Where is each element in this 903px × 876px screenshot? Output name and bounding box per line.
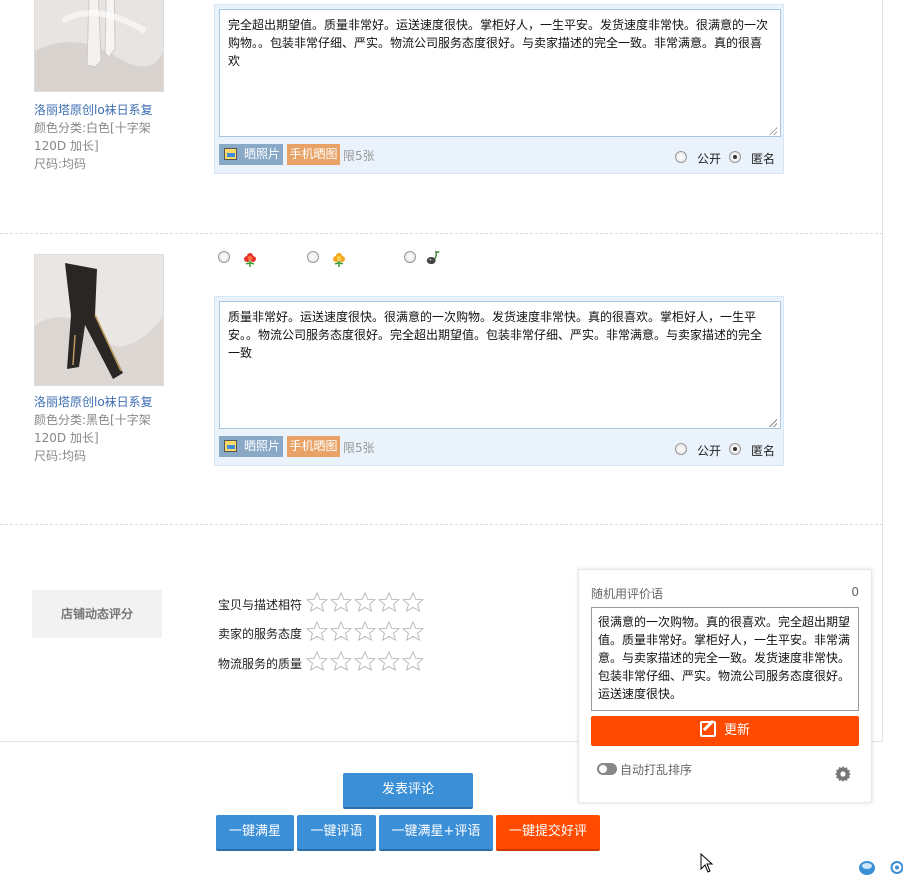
product-size: 尺码:均码 (34, 157, 87, 171)
gear-icon[interactable] (835, 766, 851, 782)
edit-icon (699, 721, 716, 737)
review-box: 质量非常好。运送速度很快。很满意的一次购物。发货速度非常快。真的很喜欢。掌柜好人… (214, 296, 784, 466)
settings-tray-icon[interactable] (888, 860, 903, 875)
product-thumbnail-white[interactable] (34, 0, 164, 92)
resize-grip-icon[interactable] (769, 419, 777, 427)
mobile-photo-button[interactable]: 手机晒图 (287, 436, 340, 457)
review-textarea[interactable]: 完全超出期望值。质量非常好。运送速度很快。掌柜好人，一生平安。发货速度非常快。很… (219, 9, 781, 137)
star-rating-description[interactable] (305, 591, 426, 615)
star-rating-logistics[interactable] (305, 650, 426, 674)
upload-photo-button[interactable]: 晒照片 (219, 436, 283, 457)
picture-icon (224, 440, 237, 452)
yellow-flower-icon (333, 253, 345, 267)
review-box: 完全超出期望值。质量非常好。运送速度很快。掌柜好人，一生平安。发货速度非常快。很… (214, 4, 784, 174)
one-click-submit-button[interactable]: 一键提交好评 (496, 815, 600, 851)
star-icon[interactable] (353, 650, 377, 672)
rating-label-service: 卖家的服务态度 (218, 627, 303, 641)
rating-bad-radio[interactable] (404, 251, 416, 263)
star-icon[interactable] (329, 620, 353, 642)
one-click-stars-button[interactable]: 一键满星 (216, 815, 294, 851)
divider (0, 524, 883, 525)
product-size: 尺码:均码 (34, 449, 87, 463)
random-review-panel: 随机用评价语 0 很满意的一次购物。真的很喜欢。完全超出期望值。质量非常好。掌柜… (578, 569, 872, 803)
submit-review-button[interactable]: 发表评论 (343, 773, 473, 809)
upload-photo-label: 晒照片 (244, 147, 281, 161)
public-label: 公开 (697, 152, 722, 166)
anonymous-label: 匿名 (751, 152, 776, 166)
random-review-textarea[interactable]: 很满意的一次购物。真的很喜欢。完全超出期望值。质量非常好。掌柜好人，一生平安。非… (591, 607, 859, 711)
star-icon[interactable] (305, 620, 329, 642)
star-icon[interactable] (329, 591, 353, 613)
panel-count: 0 (851, 585, 859, 599)
product-color-cont: 120D 加长] (34, 139, 99, 153)
star-icon[interactable] (377, 591, 401, 613)
rating-label-logistics: 物流服务的质量 (218, 657, 303, 671)
product-name-link[interactable]: 洛丽塔原创lo袜日系复 (34, 101, 153, 118)
anonymous-radio[interactable] (729, 151, 741, 163)
shuffle-label: 自动打乱排序 (620, 763, 693, 777)
star-icon[interactable] (377, 620, 401, 642)
rating-good-radio[interactable] (218, 251, 230, 263)
panel-title: 随机用评价语 (591, 587, 664, 601)
star-icon[interactable] (353, 591, 377, 613)
one-click-stars-review-button[interactable]: 一键满星+评语 (379, 815, 493, 851)
star-icon[interactable] (377, 650, 401, 672)
product-attributes: 颜色分类:黑色[十字架 120D 加长] 尺码:均码 (34, 411, 164, 465)
chat-icon[interactable] (858, 859, 876, 876)
star-icon[interactable] (329, 650, 353, 672)
star-icon[interactable] (353, 620, 377, 642)
upload-photo-label: 晒照片 (244, 439, 281, 453)
anonymous-label: 匿名 (751, 444, 776, 458)
picture-icon (224, 148, 237, 160)
product-color: 颜色分类:白色[十字架 (34, 121, 151, 135)
public-radio[interactable] (675, 151, 687, 163)
star-rating-service[interactable] (305, 620, 426, 644)
mobile-photo-button[interactable]: 手机晒图 (287, 144, 340, 165)
photo-limit-text: 限5张 (343, 149, 375, 163)
star-icon[interactable] (305, 591, 329, 613)
star-icon[interactable] (305, 650, 329, 672)
upload-photo-button[interactable]: 晒照片 (219, 144, 283, 165)
shop-rating-title: 店铺动态评分 (32, 590, 162, 638)
star-icon[interactable] (401, 591, 425, 613)
star-icon[interactable] (401, 620, 425, 642)
public-radio[interactable] (675, 443, 687, 455)
update-label: 更新 (723, 723, 750, 738)
star-icon[interactable] (401, 650, 425, 672)
one-click-review-button[interactable]: 一键评语 (297, 815, 376, 851)
resize-grip-icon[interactable] (769, 127, 777, 135)
review-textarea[interactable]: 质量非常好。运送速度很快。很满意的一次购物。发货速度非常快。真的很喜欢。掌柜好人… (219, 301, 781, 429)
anonymous-radio[interactable] (729, 443, 741, 455)
red-flower-icon (244, 253, 256, 267)
product-thumbnail-black[interactable] (34, 254, 164, 386)
product-attributes: 颜色分类:白色[十字架 120D 加长] 尺码:均码 (34, 119, 164, 173)
product-color: 颜色分类:黑色[十字架 (34, 413, 151, 427)
product-color-cont: 120D 加长] (34, 431, 99, 445)
divider (0, 233, 883, 234)
update-button[interactable]: 更新 (591, 716, 859, 746)
shuffle-toggle[interactable] (597, 763, 617, 775)
public-label: 公开 (697, 444, 722, 458)
photo-limit-text: 限5张 (343, 441, 375, 455)
rating-label-description: 宝贝与描述相符 (218, 598, 303, 612)
mouse-cursor-icon (700, 853, 714, 873)
product-name-link[interactable]: 洛丽塔原创lo袜日系复 (34, 393, 153, 410)
rating-neutral-radio[interactable] (307, 251, 319, 263)
wilted-flower-icon (426, 250, 440, 265)
